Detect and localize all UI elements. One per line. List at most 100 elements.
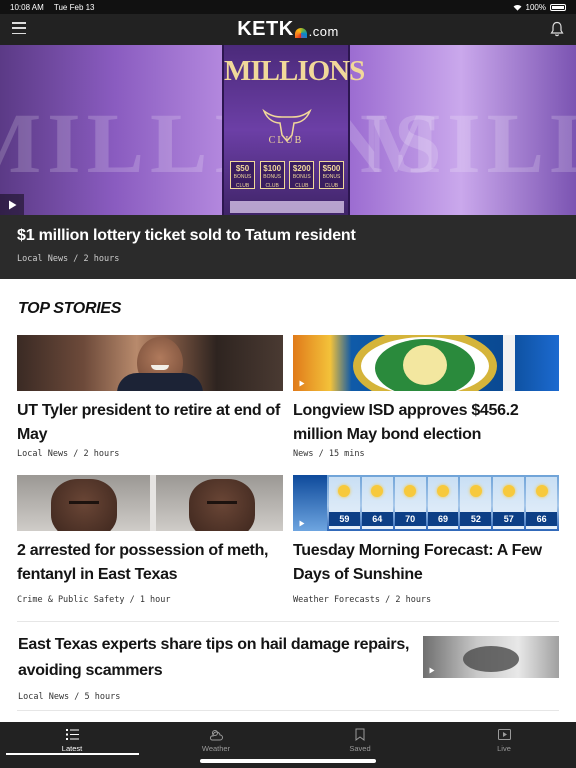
weather-temp: 69	[427, 512, 459, 526]
thumbnail-smile	[151, 365, 169, 370]
mugshot-eyes	[207, 501, 237, 504]
story-thumbnail[interactable]	[17, 335, 283, 391]
tab-label: Live	[497, 744, 511, 753]
status-left: 10:08 AM Tue Feb 13	[10, 3, 103, 12]
story-card[interactable]: Longview ISD approves $456.2 million May…	[293, 335, 559, 459]
story-thumbnail[interactable]	[17, 475, 283, 531]
prize-label: BONUS CLUB	[263, 174, 282, 189]
story-meta: Weather Forecasts / 2 hours	[293, 595, 432, 605]
nbc-peacock-icon	[294, 28, 307, 38]
prize-label: BONUS CLUB	[233, 174, 252, 189]
weather-icon	[209, 727, 223, 741]
weather-temp: 64	[361, 512, 393, 526]
tab-label: Saved	[349, 744, 371, 753]
prize-amount: $50	[235, 164, 250, 173]
story-card[interactable]: UT Tyler president to retire at end of M…	[17, 335, 283, 459]
thumbnail-gap	[503, 335, 515, 391]
sun-icon	[371, 485, 384, 497]
story-thumbnail[interactable]	[423, 636, 559, 678]
hero-background-text-right: MILLIONS	[360, 95, 576, 191]
prize-amount: $500	[322, 164, 341, 173]
play-icon[interactable]	[0, 194, 24, 215]
ticket-title: MILLIONS	[224, 55, 365, 87]
weather-day-column: 70	[394, 477, 426, 529]
home-indicator[interactable]	[200, 759, 376, 763]
play-icon[interactable]	[295, 377, 309, 389]
story-headline[interactable]: Longview ISD approves $456.2 million May…	[293, 399, 559, 447]
weather-day-column: 57	[493, 477, 525, 529]
prize-label: BONUS CLUB	[292, 174, 311, 189]
ketk-logo[interactable]: KETK .com	[237, 18, 339, 41]
weather-temp: 70	[394, 512, 426, 526]
story-headline[interactable]: 2 arrested for possession of meth, fenta…	[17, 539, 283, 587]
ticket-footer	[230, 201, 344, 213]
hero-headline[interactable]: $1 million lottery ticket sold to Tatum …	[17, 227, 559, 245]
live-video-icon	[497, 727, 511, 741]
ticket-prize: $500 BONUS CLUB	[318, 161, 344, 189]
app-header: KETK .com	[0, 14, 576, 45]
status-date: Tue Feb 13	[53, 2, 95, 12]
thumbnail-object	[463, 646, 519, 672]
prize-label: BONUS CLUB	[322, 174, 341, 189]
play-icon[interactable]	[425, 664, 439, 676]
prize-amount: $100	[263, 164, 282, 173]
sun-icon	[502, 485, 515, 497]
status-right: 100%	[513, 3, 566, 12]
bell-icon[interactable]	[550, 21, 564, 37]
story-headline[interactable]: Tuesday Morning Forecast: A Few Days of …	[293, 539, 559, 587]
tab-label: Latest	[61, 744, 83, 753]
story-headline[interactable]: East Texas experts share tips on hail da…	[18, 632, 418, 684]
tab-live[interactable]: Live	[432, 722, 576, 768]
hamburger-menu-icon[interactable]	[12, 22, 26, 34]
weather-temp: 52	[460, 512, 492, 526]
divider	[17, 710, 559, 711]
weather-day-column: 64	[361, 477, 393, 529]
story-meta: News / 15 mins	[293, 449, 365, 459]
story-meta: Crime & Public Safety / 1 hour	[17, 595, 171, 605]
weather-day-column: 69	[427, 477, 459, 529]
sun-icon	[535, 485, 548, 497]
lottery-ticket: MILLIONS CLUB $50 BONUS CLUB $100 BONUS CL…	[222, 45, 365, 215]
story-card[interactable]: 59 64 70 69 52 57 66 Tuesday Morning Forecast:…	[293, 475, 559, 605]
weather-temp: 59	[329, 512, 360, 526]
ticket-subtitle: CLUB	[268, 135, 304, 146]
story-meta: Local News / 2 hours	[17, 449, 120, 459]
list-icon	[65, 727, 79, 741]
section-title: TOP STORIES	[18, 300, 122, 317]
story-card-wide[interactable]: East Texas experts share tips on hail da…	[18, 632, 418, 702]
weather-day-column: 52	[460, 477, 492, 529]
prize-amount: $200	[292, 164, 311, 173]
story-meta: Local News / 5 hours	[18, 692, 121, 702]
sun-icon	[469, 485, 482, 497]
sun-icon	[437, 485, 449, 497]
logo-text: KETK	[237, 18, 294, 40]
hero-image[interactable]: MILLIONS MILLIONS MILLIONS CLUB $50BONUS…	[0, 45, 576, 215]
active-tab-indicator	[6, 753, 139, 755]
story-thumbnail[interactable]: 59 64 70 69 52 57 66	[293, 475, 559, 531]
ticket-prize: $200 BONUS CLUB	[289, 161, 315, 189]
status-time: 10:08 AM	[10, 2, 44, 12]
story-card[interactable]: 2 arrested for possession of meth, fenta…	[17, 475, 283, 605]
tab-latest[interactable]: Latest	[0, 722, 144, 768]
play-icon[interactable]	[295, 517, 309, 529]
tab-label: Weather	[201, 744, 231, 753]
hero-meta: Local News / 2 hours	[17, 254, 120, 264]
mugshot-head	[51, 479, 117, 531]
thumbnail-suit	[117, 373, 203, 391]
isd-seal-core	[403, 345, 447, 385]
battery-icon	[550, 3, 566, 11]
weather-day-column: 66	[526, 477, 558, 529]
wifi-icon	[513, 4, 521, 11]
story-headline[interactable]: UT Tyler president to retire at end of M…	[17, 399, 283, 447]
ticket-prizes: $50 BONUS CLUB $100 BONUS CLUB $200 BONUS C…	[230, 161, 344, 189]
weather-columns: 59 64 70 69 52 57 66	[329, 477, 558, 529]
story-thumbnail[interactable]	[293, 335, 559, 391]
mugshot-eyes	[69, 501, 99, 504]
mugshot-head	[189, 479, 255, 531]
divider	[17, 621, 559, 622]
hero-caption[interactable]: $1 million lottery ticket sold to Tatum …	[0, 215, 576, 279]
weather-temp: 57	[493, 512, 525, 526]
sun-icon	[404, 485, 417, 497]
bookmark-icon	[353, 727, 367, 741]
ticket-prize: $100 BONUS CLUB	[259, 161, 285, 189]
